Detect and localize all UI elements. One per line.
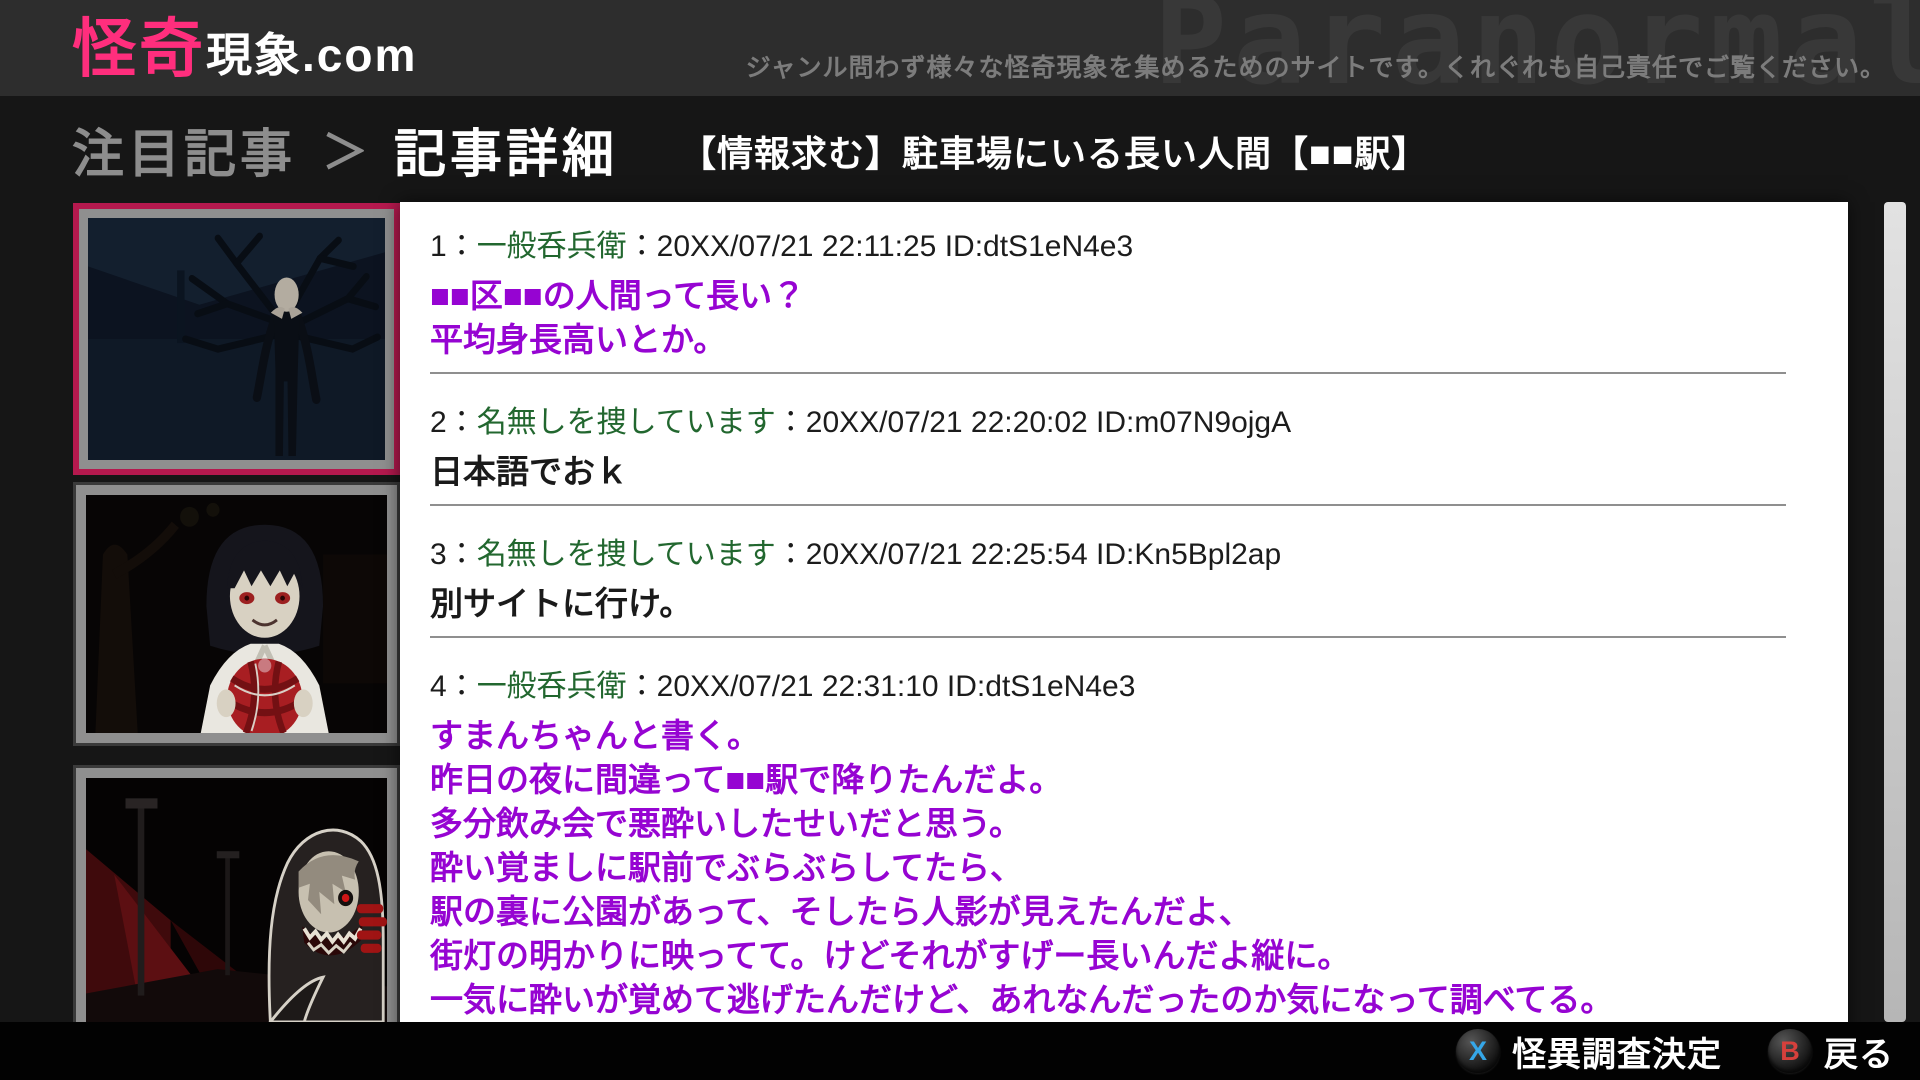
post-4-header: 4：一般呑兵衛：20XX/07/21 22:31:10 ID:dtS1eN4e3	[430, 668, 1818, 706]
thumb-hooded-figure-image	[86, 778, 387, 1022]
post-2: 2：名無しを捜しています：20XX/07/21 22:20:02 ID:m07N…	[430, 404, 1818, 494]
post-line: 日本語でおｋ	[430, 450, 1818, 494]
thread-panel: 1：一般呑兵衛：20XX/07/21 22:11:25 ID:dtS1eN4e3…	[400, 202, 1848, 1040]
post-author: 名無しを捜しています	[477, 406, 776, 439]
post-divider	[430, 504, 1786, 506]
post-author: 一般呑兵衛	[477, 230, 627, 263]
post-1-header: 1：一般呑兵衛：20XX/07/21 22:11:25 ID:dtS1eN4e3	[430, 228, 1818, 266]
post-1: 1：一般呑兵衛：20XX/07/21 22:11:25 ID:dtS1eN4e3…	[430, 228, 1818, 362]
breadcrumb: 注目記事 ＞ 記事詳細 【情報求む】駐車場にいる長い人間【■■駅】	[0, 96, 1920, 202]
post-number: 3：	[430, 538, 477, 571]
site-logo-kaiki: 怪奇	[72, 13, 206, 85]
post-2-header: 2：名無しを捜しています：20XX/07/21 22:20:02 ID:m07N…	[430, 404, 1818, 442]
post-4: 4：一般呑兵衛：20XX/07/21 22:31:10 ID:dtS1eN4e3…	[430, 668, 1818, 1022]
post-line: 酔い覚ましに駅前でぶらぶらしてたら、	[430, 846, 1818, 890]
post-line: 平均身長高いとか。	[430, 318, 1818, 362]
post-3: 3：名無しを捜しています：20XX/07/21 22:25:54 ID:Kn5B…	[430, 536, 1818, 626]
investigate-button[interactable]: X 怪異調査決定	[1456, 1027, 1722, 1076]
post-divider	[430, 372, 1786, 374]
post-meta: ：20XX/07/21 22:20:02 ID:m07N9ojgA	[776, 406, 1291, 439]
post-line: 街灯の明かりに映ってて。けどそれがすげー長いんだよ縦に。	[430, 934, 1818, 978]
post-line: ■■区■■の人間って長い？	[430, 274, 1818, 318]
post-line: 昨日の夜に間違って■■駅で降りたんだよ。	[430, 758, 1818, 802]
sidebar-thumbnail-hooded-figure[interactable]	[73, 765, 400, 1035]
site-header: Paranormal 怪奇現象.com ジャンル問わず様々な怪奇現象を集めるため…	[0, 0, 1920, 96]
post-number: 2：	[430, 406, 477, 439]
post-line: 多分飲み会で悪酔いしたせいだと思う。	[430, 802, 1818, 846]
gamepad-b-button-icon: B	[1768, 1029, 1812, 1073]
site-logo: 怪奇現象.com	[72, 0, 417, 90]
sidebar-thumbnail-long-person[interactable]	[73, 203, 400, 475]
back-button-label: 戻る	[1824, 1027, 1894, 1076]
post-number: 4：	[430, 670, 477, 703]
post-meta: ：20XX/07/21 22:31:10 ID:dtS1eN4e3	[627, 670, 1136, 703]
post-line: すまんちゃんと書く。	[430, 714, 1818, 758]
thread-scrollbar[interactable]	[1884, 202, 1906, 1022]
post-line: 別サイトに行け。	[430, 582, 1818, 626]
breadcrumb-arrow-icon: ＞	[322, 116, 368, 182]
thumb-ghost-girl-image	[86, 495, 387, 733]
post-2-body: 日本語でおｋ	[430, 450, 1818, 494]
post-meta: ：20XX/07/21 22:25:54 ID:Kn5Bpl2ap	[776, 538, 1281, 571]
post-1-body: ■■区■■の人間って長い？ 平均身長高いとか。	[430, 274, 1818, 362]
post-3-body: 別サイトに行け。	[430, 582, 1818, 626]
button-hint-bar: X 怪異調査決定 B 戻る	[0, 1022, 1920, 1080]
post-author: 名無しを捜しています	[477, 538, 776, 571]
post-4-body: すまんちゃんと書く。 昨日の夜に間違って■■駅で降りたんだよ。 多分飲み会で悪酔…	[430, 714, 1818, 1022]
thumb-long-person-image	[88, 218, 385, 460]
post-number: 1：	[430, 230, 477, 263]
gamepad-x-button-icon: X	[1456, 1029, 1500, 1073]
breadcrumb-article-detail: 記事詳細	[394, 112, 618, 187]
post-meta: ：20XX/07/21 22:11:25 ID:dtS1eN4e3	[627, 230, 1133, 263]
investigate-button-label: 怪異調査決定	[1512, 1027, 1722, 1076]
post-author: 一般呑兵衛	[477, 670, 627, 703]
sidebar-thumbnail-ghost-girl[interactable]	[73, 482, 400, 746]
post-3-header: 3：名無しを捜しています：20XX/07/21 22:25:54 ID:Kn5B…	[430, 536, 1818, 574]
article-title: 【情報求む】駐車場にいる長い人間【■■駅】	[680, 121, 1429, 177]
back-button[interactable]: B 戻る	[1768, 1027, 1894, 1076]
post-line: 駅の裏に公園があって、そしたら人影が見えたんだよ、	[430, 890, 1818, 934]
site-logo-gensho-com: 現象.com	[206, 29, 417, 81]
post-line: 一気に酔いが覚めて逃げたんだけど、あれなんだったのか気になって調べてる。	[430, 978, 1818, 1022]
post-divider	[430, 636, 1786, 638]
game-screen: Paranormal 怪奇現象.com ジャンル問わず様々な怪奇現象を集めるため…	[0, 0, 1920, 1080]
site-tagline: ジャンル問わず様々な怪奇現象を集めるためのサイトです。くれぐれも自己責任でご覧く…	[746, 48, 1886, 84]
breadcrumb-featured-articles[interactable]: 注目記事	[72, 112, 296, 187]
